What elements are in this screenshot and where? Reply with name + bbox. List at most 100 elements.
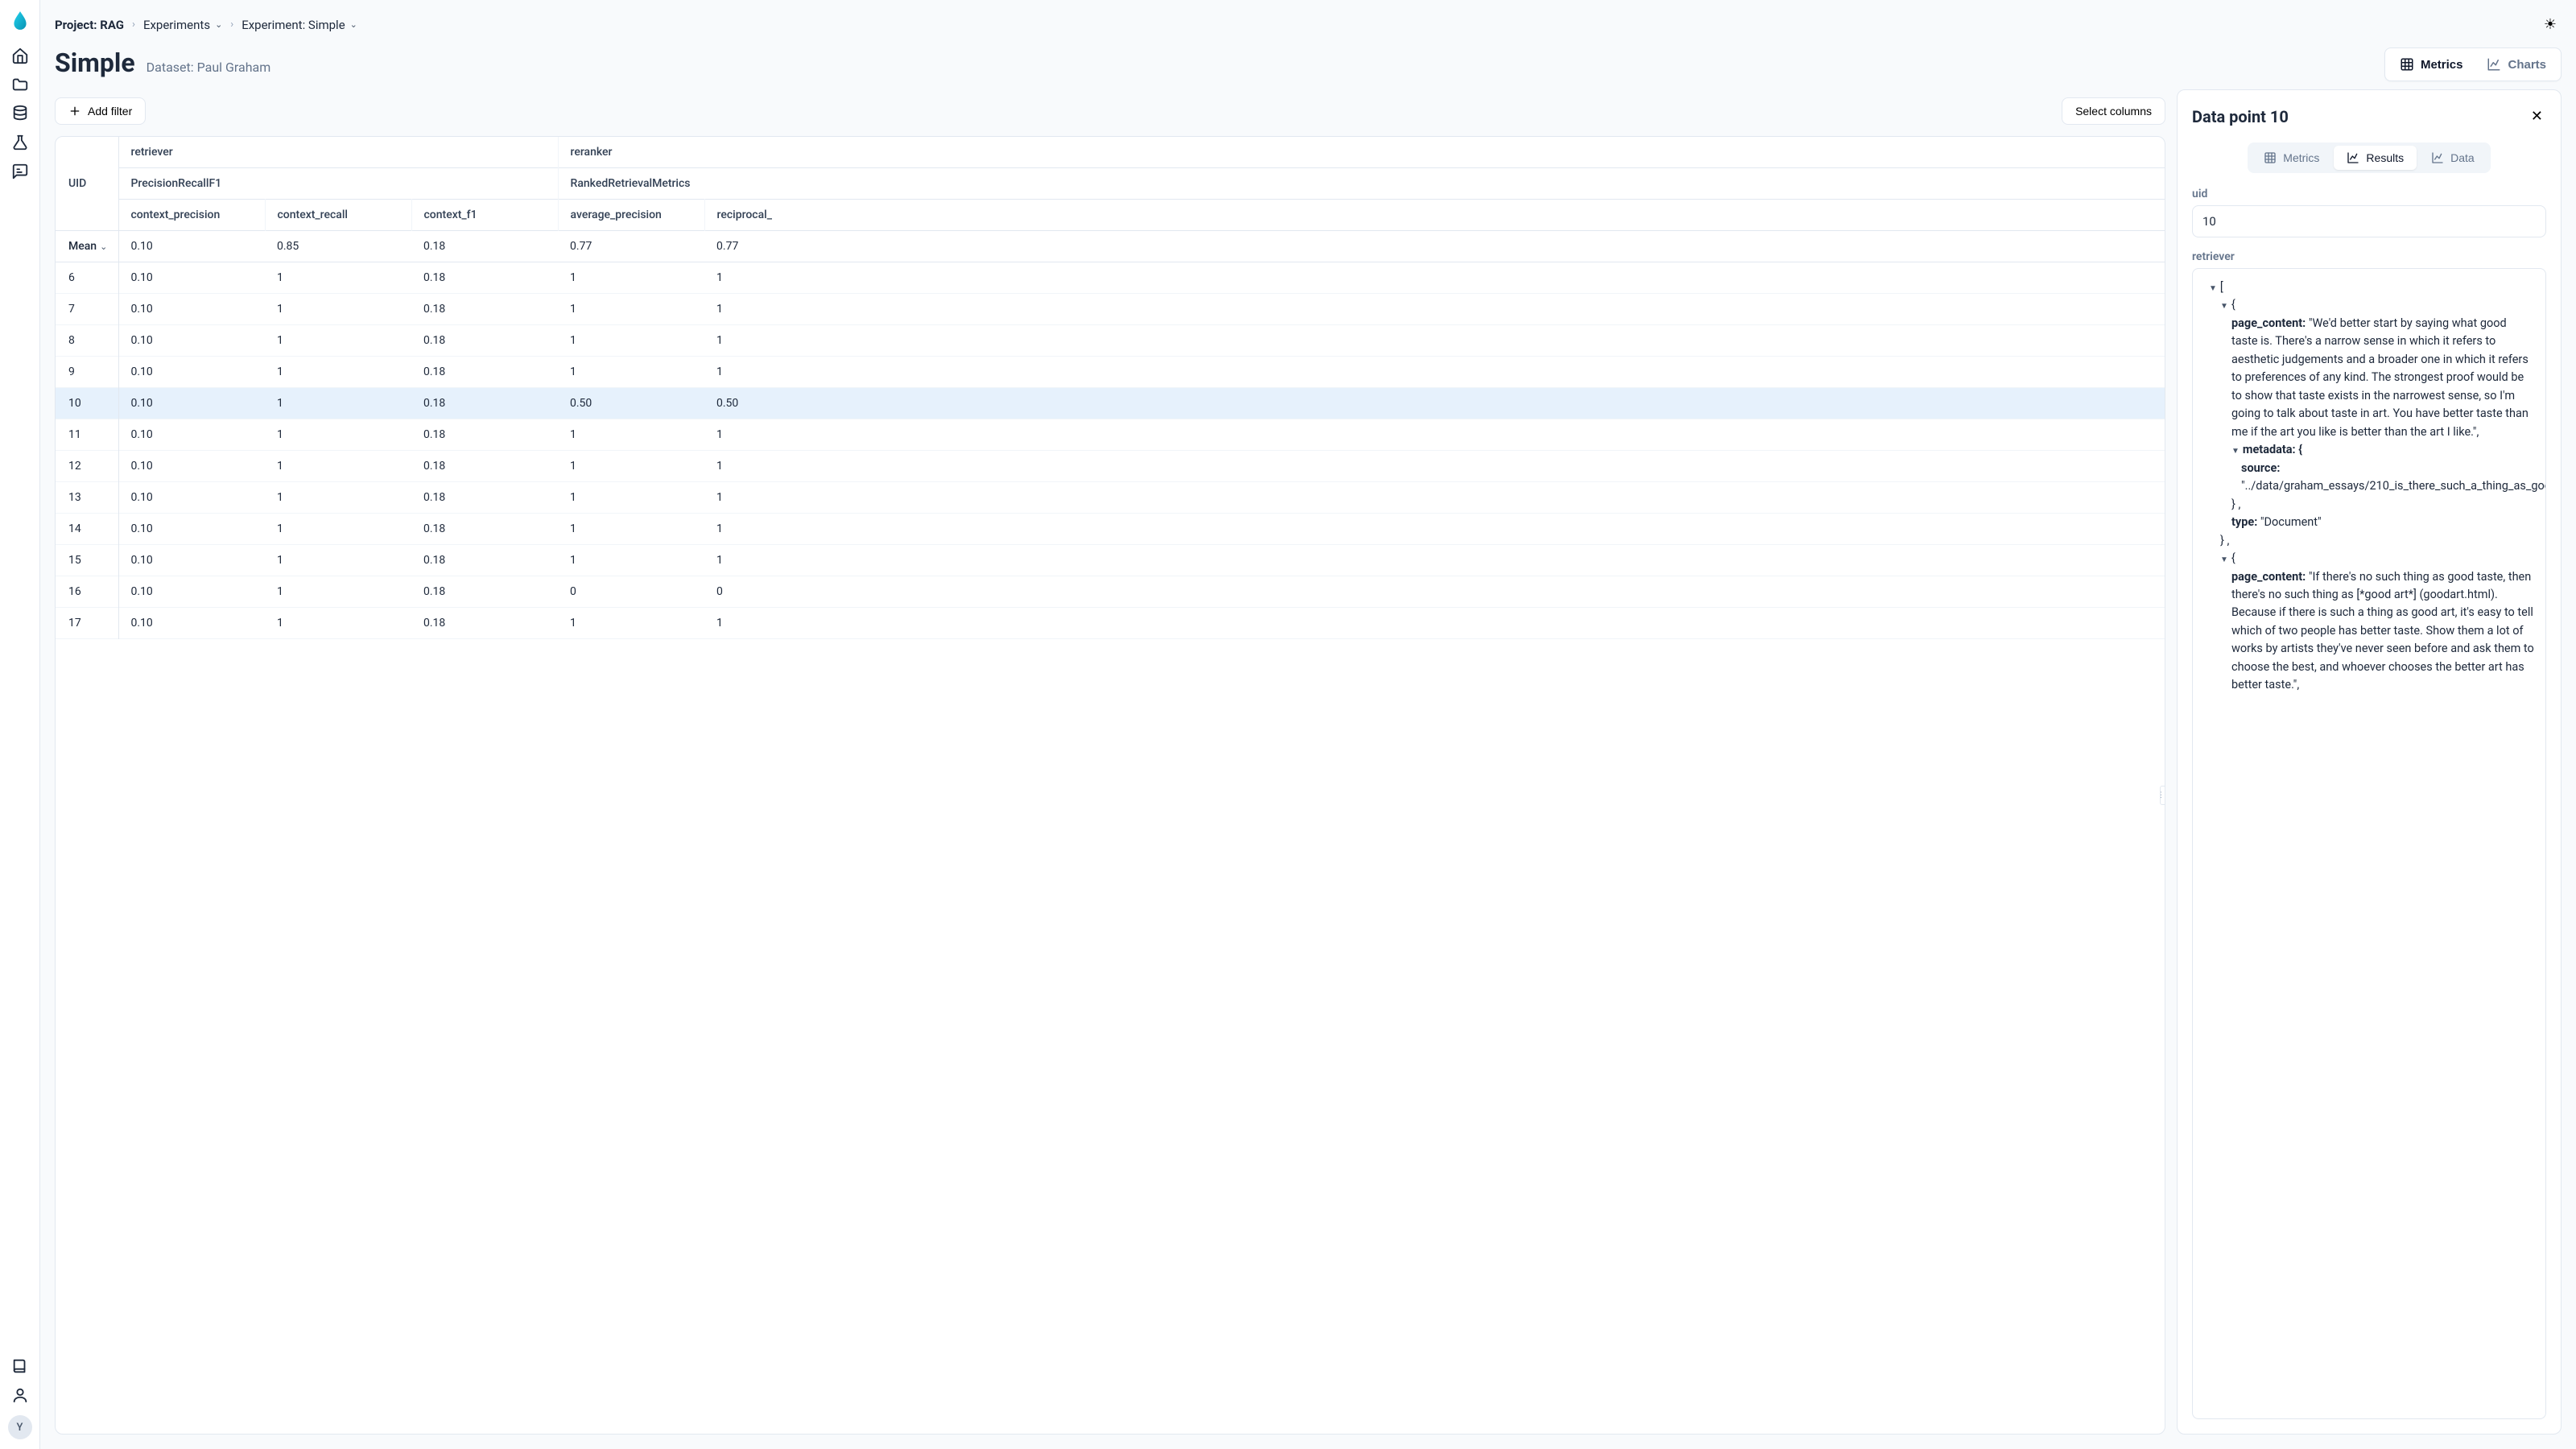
chart-line-icon <box>2347 151 2359 164</box>
uid-cell: 11 <box>56 419 118 451</box>
close-icon: ✕ <box>2531 108 2543 124</box>
table-row[interactable]: 90.1010.1811 <box>56 357 2165 388</box>
retriever-field-label: retriever <box>2192 250 2546 263</box>
aggregate-selector[interactable]: Mean⌄ <box>68 240 106 253</box>
metric-cell: 0.10 <box>118 262 265 294</box>
uid-cell: 16 <box>56 576 118 608</box>
col-average-precision[interactable]: average_precision <box>558 200 704 231</box>
table-row[interactable]: 100.1010.180.500.50 <box>56 388 2165 419</box>
page-header: Simple Dataset: Paul Graham Metrics Char… <box>40 43 2576 89</box>
theme-toggle-button[interactable]: ☀ <box>2539 11 2562 38</box>
subgroup-precisionrecallf1[interactable]: PrecisionRecallF1 <box>118 168 558 200</box>
col-context-precision[interactable]: context_precision <box>118 200 265 231</box>
col-context-recall[interactable]: context_recall <box>265 200 411 231</box>
collapse-toggle[interactable]: ▼ <box>2220 554 2228 567</box>
metric-cell: 0.18 <box>411 294 558 325</box>
folder-icon[interactable] <box>11 76 29 93</box>
chevron-down-icon: ⌄ <box>100 242 107 252</box>
metric-cell: 0.10 <box>118 388 265 419</box>
metric-cell: 0.18 <box>411 482 558 514</box>
mean-val: 0.77 <box>558 231 704 262</box>
metric-cell: 0 <box>558 576 704 608</box>
collapse-toggle[interactable]: ▼ <box>2220 300 2228 313</box>
metric-cell: 1 <box>265 576 411 608</box>
mean-val: 0.10 <box>118 231 265 262</box>
close-button[interactable]: ✕ <box>2528 105 2546 128</box>
select-columns-button[interactable]: Select columns <box>2062 97 2165 125</box>
table-row[interactable]: 130.1010.1811 <box>56 482 2165 514</box>
metric-cell: 1 <box>558 294 704 325</box>
breadcrumb: Project: RAG › Experiments⌄ › Experiment… <box>55 18 357 32</box>
chart-line-icon <box>2431 151 2444 164</box>
breadcrumb-experiment[interactable]: Experiment: Simple⌄ <box>242 18 357 32</box>
message-icon[interactable] <box>11 163 29 180</box>
metric-cell: 1 <box>704 608 2165 639</box>
table-row[interactable]: 70.1010.1811 <box>56 294 2165 325</box>
database-icon[interactable] <box>11 105 29 122</box>
metric-cell: 1 <box>558 357 704 388</box>
table-row[interactable]: 60.1010.1811 <box>56 262 2165 294</box>
table-icon <box>2264 151 2277 164</box>
col-context-f1[interactable]: context_f1 <box>411 200 558 231</box>
metric-cell: 1 <box>265 262 411 294</box>
uid-cell: 14 <box>56 514 118 545</box>
breadcrumb-project[interactable]: Project: RAG <box>55 18 124 32</box>
uid-cell: 9 <box>56 357 118 388</box>
dataset-label: Dataset: Paul Graham <box>147 60 271 75</box>
metric-cell: 0.18 <box>411 262 558 294</box>
home-icon[interactable] <box>11 47 29 64</box>
column-group-retriever[interactable]: retriever <box>118 137 558 168</box>
table-row[interactable]: 140.1010.1811 <box>56 514 2165 545</box>
column-group-reranker[interactable]: reranker <box>558 137 2165 168</box>
metric-cell: 0.18 <box>411 576 558 608</box>
metric-cell: 1 <box>265 451 411 482</box>
book-icon[interactable] <box>11 1357 29 1375</box>
table-section: Add filter Select columns UID retriever … <box>55 89 2165 1435</box>
metric-cell: 1 <box>558 545 704 576</box>
detail-tab-results[interactable]: Results <box>2334 146 2417 170</box>
col-reciprocal[interactable]: reciprocal_ <box>704 200 2165 231</box>
metric-cell: 0.18 <box>411 419 558 451</box>
metric-cell: 0.50 <box>704 388 2165 419</box>
metric-cell: 0.10 <box>118 576 265 608</box>
view-tabs: Metrics Charts <box>2384 47 2562 81</box>
table-row[interactable]: 150.1010.1811 <box>56 545 2165 576</box>
breadcrumb-experiments[interactable]: Experiments⌄ <box>143 18 222 32</box>
json-viewer[interactable]: ▼[ ▼{ page_content: "We'd better start b… <box>2192 268 2546 1419</box>
app-logo[interactable] <box>10 10 31 31</box>
add-filter-button[interactable]: Add filter <box>55 97 146 125</box>
metric-cell: 0.10 <box>118 482 265 514</box>
chart-icon <box>2487 57 2501 72</box>
metric-cell: 1 <box>265 388 411 419</box>
table-row[interactable]: 110.1010.1811 <box>56 419 2165 451</box>
metric-cell: 0.10 <box>118 357 265 388</box>
metric-cell: 1 <box>558 262 704 294</box>
collapse-toggle[interactable]: ▼ <box>2209 283 2217 295</box>
mean-val: 0.18 <box>411 231 558 262</box>
metric-cell: 0.10 <box>118 545 265 576</box>
metric-cell: 1 <box>704 294 2165 325</box>
detail-tab-data[interactable]: Data <box>2418 146 2487 170</box>
metric-cell: 1 <box>704 325 2165 357</box>
resize-handle[interactable]: ⋮⋮ <box>2160 786 2165 805</box>
table-row[interactable]: 80.1010.1811 <box>56 325 2165 357</box>
table-row[interactable]: 160.1010.1800 <box>56 576 2165 608</box>
detail-tab-metrics[interactable]: Metrics <box>2251 146 2332 170</box>
collapse-toggle[interactable]: ▼ <box>2231 445 2240 458</box>
metric-cell: 1 <box>265 325 411 357</box>
metric-cell: 0.18 <box>411 545 558 576</box>
subgroup-rankedretrieval[interactable]: RankedRetrievalMetrics <box>558 168 2165 200</box>
uid-header[interactable]: UID <box>56 137 118 231</box>
tab-metrics[interactable]: Metrics <box>2388 52 2475 77</box>
mean-val: 0.77 <box>704 231 2165 262</box>
metric-cell: 1 <box>704 419 2165 451</box>
metric-cell: 1 <box>265 608 411 639</box>
table-row[interactable]: 170.1010.1811 <box>56 608 2165 639</box>
tab-charts[interactable]: Charts <box>2475 52 2557 77</box>
user-icon[interactable] <box>11 1386 29 1404</box>
uid-cell: 12 <box>56 451 118 482</box>
avatar[interactable]: Y <box>8 1415 32 1439</box>
flask-icon[interactable] <box>11 134 29 151</box>
table-row[interactable]: 120.1010.1811 <box>56 451 2165 482</box>
metrics-table: UID retriever reranker PrecisionRecallF1… <box>55 136 2165 1435</box>
